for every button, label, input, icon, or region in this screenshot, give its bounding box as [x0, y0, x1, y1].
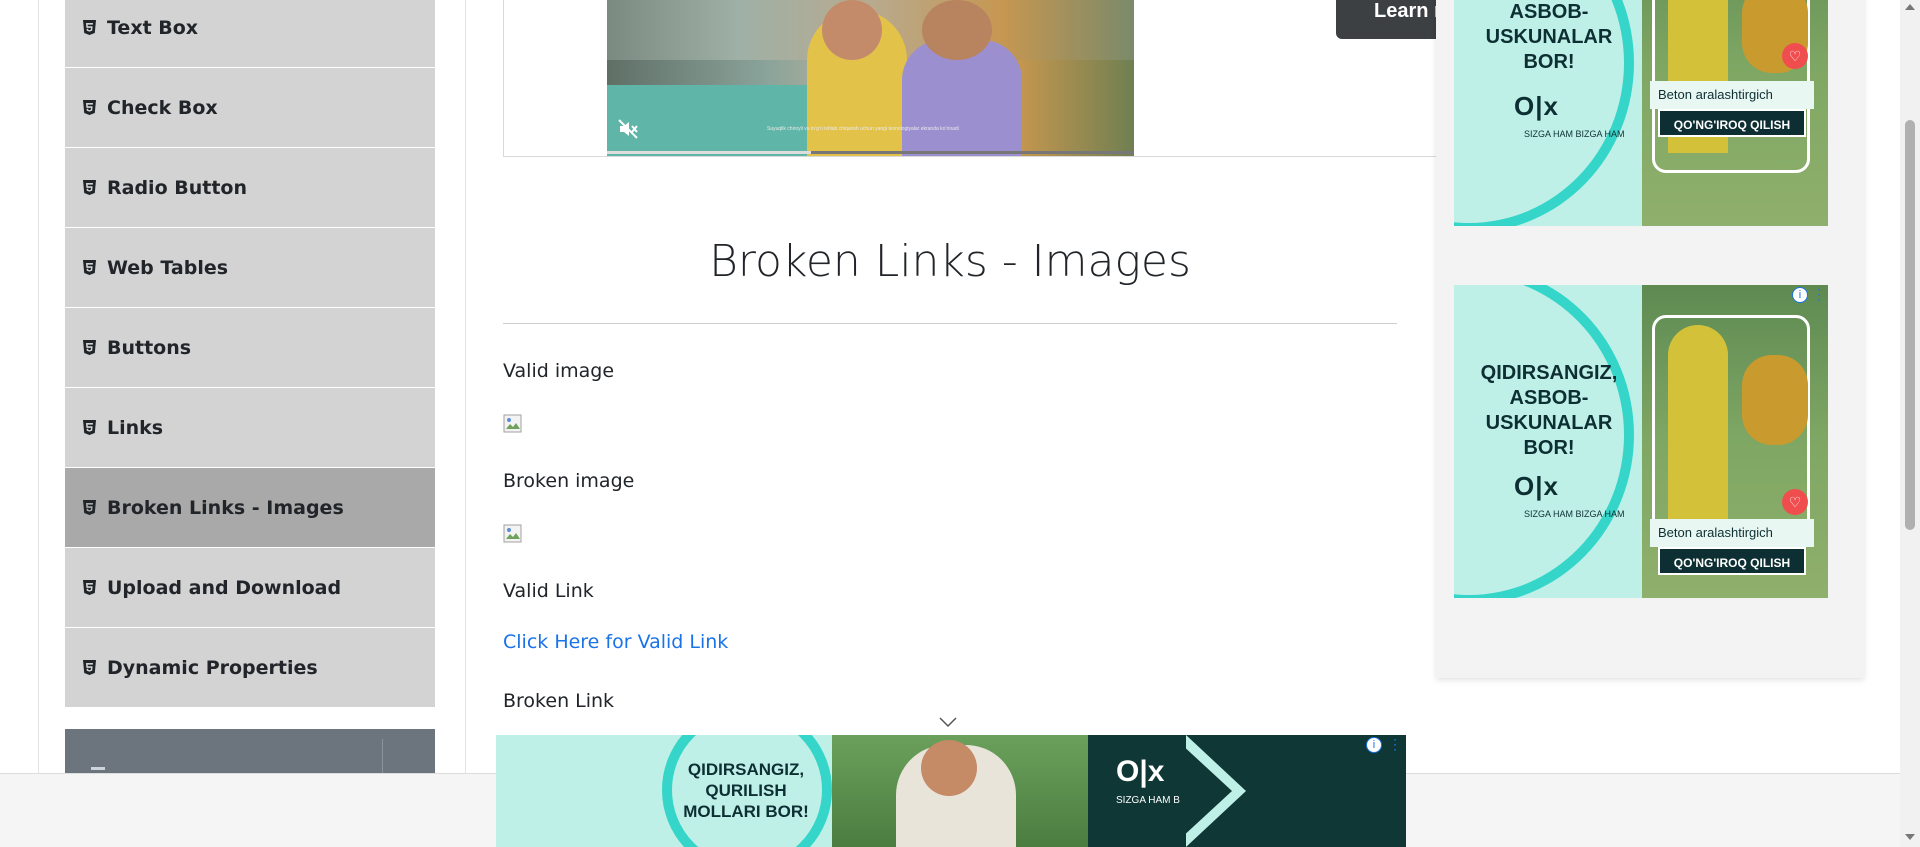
ad-photo: ♡ Beton aralashtirgich QO'NG'IROQ QILISH — [1642, 285, 1828, 598]
heart-icon[interactable]: ♡ — [1782, 489, 1808, 515]
muted-speaker-icon[interactable] — [617, 118, 639, 140]
heart-icon[interactable]: ♡ — [1782, 43, 1808, 69]
sidebar-item-label: Upload and Download — [107, 576, 342, 599]
page-title: Broken Links - Images — [709, 236, 1191, 287]
html5-icon — [83, 579, 97, 596]
sidebar-right-border — [465, 0, 466, 773]
sidebar-item-radio-button[interactable]: Radio Button — [65, 148, 435, 228]
side-ad-2[interactable]: QIDIRSANGIZ, ASBOB-USKUNALAR BOR! O|x SI… — [1454, 285, 1828, 598]
ad-options-icon[interactable]: ⋮ — [1388, 737, 1402, 753]
sidebar-menu: Text Box Check Box Radio Button Web Tabl… — [65, 0, 435, 708]
ad-person — [1668, 325, 1728, 525]
olx-logo: O|x — [1514, 91, 1559, 121]
ad-photo: ♡ Beton aralashtirgich QO'NG'IROQ QILISH — [1642, 0, 1828, 226]
html5-icon — [83, 499, 97, 516]
ad-text-panel: QIDIRSANGIZ, ASBOB-USKUNALAR BOR! O|x SI… — [1454, 0, 1642, 226]
sidebar-item-links[interactable]: Links — [65, 388, 435, 468]
sidebar-item-broken-links-images[interactable]: Broken Links - Images — [65, 468, 435, 548]
ad-call-button[interactable]: QO'NG'IROQ QILISH — [1658, 547, 1806, 575]
ad-product-name: Beton aralashtirgich — [1650, 519, 1814, 547]
ad-options-icon[interactable]: ⋮ — [1812, 287, 1826, 303]
group-icon — [91, 767, 105, 770]
side-ad-1[interactable]: QIDIRSANGIZ, ASBOB-USKUNALAR BOR! O|x SI… — [1454, 0, 1828, 226]
video-person-man-head — [922, 0, 992, 60]
page-scrollbar[interactable] — [1900, 0, 1920, 847]
video-person-woman-head — [822, 0, 882, 60]
ad-headline: QIDIRSANGIZ, ASBOB-USKUNALAR BOR! — [1485, 1, 1613, 73]
olx-logo: O|x — [1514, 471, 1559, 501]
html5-icon — [83, 659, 97, 676]
sidebar-item-label: Check Box — [107, 96, 218, 119]
html5-icon — [83, 259, 97, 276]
sidebar-item-label: Text Box — [107, 16, 199, 39]
olx-logo: O|x — [1116, 755, 1165, 788]
sidebar-item-dynamic-properties[interactable]: Dynamic Properties — [65, 628, 435, 708]
valid-image-label: Valid image — [503, 360, 615, 382]
sidebar-item-label: Buttons — [107, 336, 192, 359]
html5-icon — [83, 419, 97, 436]
sidebar-item-check-box[interactable]: Check Box — [65, 68, 435, 148]
sidebar-item-label: Web Tables — [107, 256, 229, 279]
sidebar-item-label: Radio Button — [107, 176, 247, 199]
title-divider — [503, 323, 1397, 324]
broken-image-label: Broken image — [503, 470, 635, 492]
html5-icon — [83, 19, 97, 36]
html5-icon — [83, 339, 97, 356]
video-caption: Suyuqlik chiroyli va to‘g‘ri ishlab chiq… — [767, 126, 959, 132]
ad-cement-mixer — [1742, 355, 1808, 445]
ad-headline: QIDIRSANGIZ, ASBOB-USKUNALAR BOR! — [1480, 362, 1618, 459]
ad-product-name: Beton aralashtirgich — [1650, 81, 1814, 109]
broken-image-icon — [503, 524, 523, 544]
sidebar-item-text-box[interactable]: Text Box — [65, 0, 435, 68]
html5-icon — [83, 179, 97, 196]
valid-link-label: Valid Link — [503, 580, 594, 602]
ad-info-icon[interactable]: i — [1366, 737, 1382, 753]
sidebar-item-buttons[interactable]: Buttons — [65, 308, 435, 388]
video-ad-player[interactable]: Suyuqlik chiroyli va to‘g‘ri ishlab chiq… — [607, 0, 1134, 156]
scroll-down-arrow-icon[interactable] — [1905, 834, 1915, 840]
ad-column: QIDIRSANGIZ, ASBOB-USKUNALAR BOR! O|x SI… — [1436, 0, 1864, 678]
ad-tagline: SIZGA HAM BIZGA HAM — [1524, 129, 1625, 139]
scroll-up-arrow-icon[interactable] — [1905, 4, 1915, 10]
sidebar-item-label: Broken Links - Images — [107, 496, 344, 519]
sidebar-item-upload-and-download[interactable]: Upload and Download — [65, 548, 435, 628]
scrollbar-thumb[interactable] — [1905, 120, 1915, 530]
sidebar-item-web-tables[interactable]: Web Tables — [65, 228, 435, 308]
video-progress-fill — [607, 151, 811, 154]
banner-arrow-inner — [1180, 743, 1232, 839]
valid-link[interactable]: Click Here for Valid Link — [503, 631, 728, 653]
valid-image-broken-icon — [503, 414, 523, 434]
banner-headline: QIDIRSANGIZ, QURILISH MOLLARI BOR! — [683, 760, 809, 821]
ad-info-icon[interactable]: i — [1792, 287, 1808, 303]
sidebar-left-border — [38, 0, 39, 773]
collapse-chevron-icon[interactable] — [938, 715, 958, 728]
bottom-banner-ad[interactable]: QIDIRSANGIZ, QURILISH MOLLARI BOR! O|x S… — [496, 735, 1406, 847]
ad-call-button[interactable]: QO'NG'IROQ QILISH — [1658, 109, 1806, 137]
ad-text-panel: QIDIRSANGIZ, ASBOB-USKUNALAR BOR! O|x SI… — [1454, 285, 1642, 598]
ad-tagline: SIZGA HAM BIZGA HAM — [1524, 509, 1625, 519]
broken-link-label: Broken Link — [503, 690, 615, 712]
banner-person-head — [921, 740, 977, 796]
sidebar: Text Box Check Box Radio Button Web Tabl… — [0, 0, 466, 847]
sidebar-item-label: Links — [107, 416, 164, 439]
sidebar-item-label: Dynamic Properties — [107, 656, 318, 679]
page: Text Box Check Box Radio Button Web Tabl… — [0, 0, 1920, 847]
html5-icon — [83, 99, 97, 116]
